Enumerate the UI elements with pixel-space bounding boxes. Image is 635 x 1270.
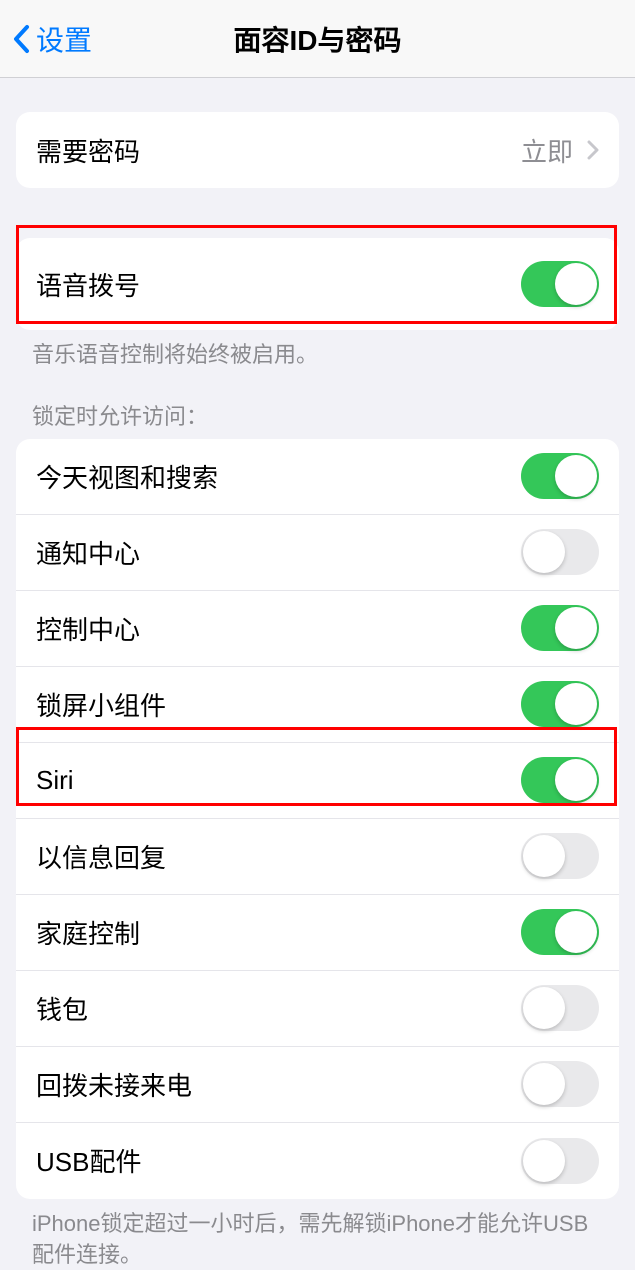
chevron-right-icon (587, 140, 599, 160)
toggle-knob (523, 531, 565, 573)
lock-access-toggle[interactable] (521, 1138, 599, 1184)
lock-access-row: 通知中心 (16, 515, 619, 591)
lock-access-label: 回拨未接来电 (36, 1066, 192, 1103)
lock-access-toggle[interactable] (521, 529, 599, 575)
toggle-knob (523, 835, 565, 877)
lock-access-label: 锁屏小组件 (36, 686, 166, 723)
lock-access-group: 今天视图和搜索通知中心控制中心锁屏小组件 Siri 以信息回复家庭控制钱包回拨未接来… (16, 439, 619, 1199)
lock-access-row: 控制中心 (16, 591, 619, 667)
voice-dial-row: 语音拨号 (16, 238, 619, 330)
require-passcode-row[interactable]: 需要密码 立即 (16, 112, 619, 188)
lock-access-label: 通知中心 (36, 534, 140, 571)
voice-dial-group: 语音拨号 (16, 238, 619, 330)
toggle-knob (555, 263, 597, 305)
toggle-knob (555, 455, 597, 497)
toggle-knob (555, 759, 597, 801)
lock-access-row: Siri (16, 743, 619, 819)
lock-access-toggle[interactable] (521, 1061, 599, 1107)
lock-access-toggle[interactable] (521, 681, 599, 727)
lock-access-label: 以信息回复 (36, 838, 166, 875)
lock-access-toggle[interactable] (521, 757, 599, 803)
voice-dial-label: 语音拨号 (36, 266, 140, 303)
voice-dial-toggle[interactable] (521, 261, 599, 307)
toggle-knob (523, 987, 565, 1029)
lock-access-footer: iPhone锁定超过一小时后，需先解锁iPhone才能允许USB配件连接。 (0, 1199, 635, 1270)
toggle-knob (555, 683, 597, 725)
page-title: 面容ID与密码 (0, 19, 635, 59)
lock-access-row: 回拨未接来电 (16, 1047, 619, 1123)
lock-access-toggle[interactable] (521, 909, 599, 955)
lock-access-toggle[interactable] (521, 453, 599, 499)
toggle-knob (555, 911, 597, 953)
lock-access-row: 锁屏小组件 (16, 667, 619, 743)
lock-access-row: USB配件 (16, 1123, 619, 1199)
back-label: 设置 (36, 19, 92, 59)
lock-access-label: 今天视图和搜索 (36, 458, 218, 495)
lock-access-row: 今天视图和搜索 (16, 439, 619, 515)
lock-access-row: 以信息回复 (16, 819, 619, 895)
lock-access-header: 锁定时允许访问： (0, 371, 635, 439)
lock-access-label: 钱包 (36, 990, 88, 1027)
require-passcode-group: 需要密码 立即 (16, 112, 619, 188)
lock-access-toggle[interactable] (521, 985, 599, 1031)
require-passcode-label: 需要密码 (36, 132, 140, 169)
lock-access-label: Siri (36, 765, 74, 796)
lock-access-toggle[interactable] (521, 605, 599, 651)
lock-access-row: 钱包 (16, 971, 619, 1047)
lock-access-label: 控制中心 (36, 610, 140, 647)
lock-access-label: 家庭控制 (36, 914, 140, 951)
chevron-left-icon (12, 24, 30, 54)
toggle-knob (523, 1063, 565, 1105)
navbar: 设置 面容ID与密码 (0, 0, 635, 78)
voice-dial-footer: 音乐语音控制将始终被启用。 (0, 330, 635, 371)
lock-access-label: USB配件 (36, 1142, 141, 1179)
require-passcode-value: 立即 (521, 132, 599, 169)
lock-access-toggle[interactable] (521, 833, 599, 879)
back-button[interactable]: 设置 (0, 19, 92, 59)
toggle-knob (523, 1140, 565, 1182)
toggle-knob (555, 607, 597, 649)
lock-access-row: 家庭控制 (16, 895, 619, 971)
